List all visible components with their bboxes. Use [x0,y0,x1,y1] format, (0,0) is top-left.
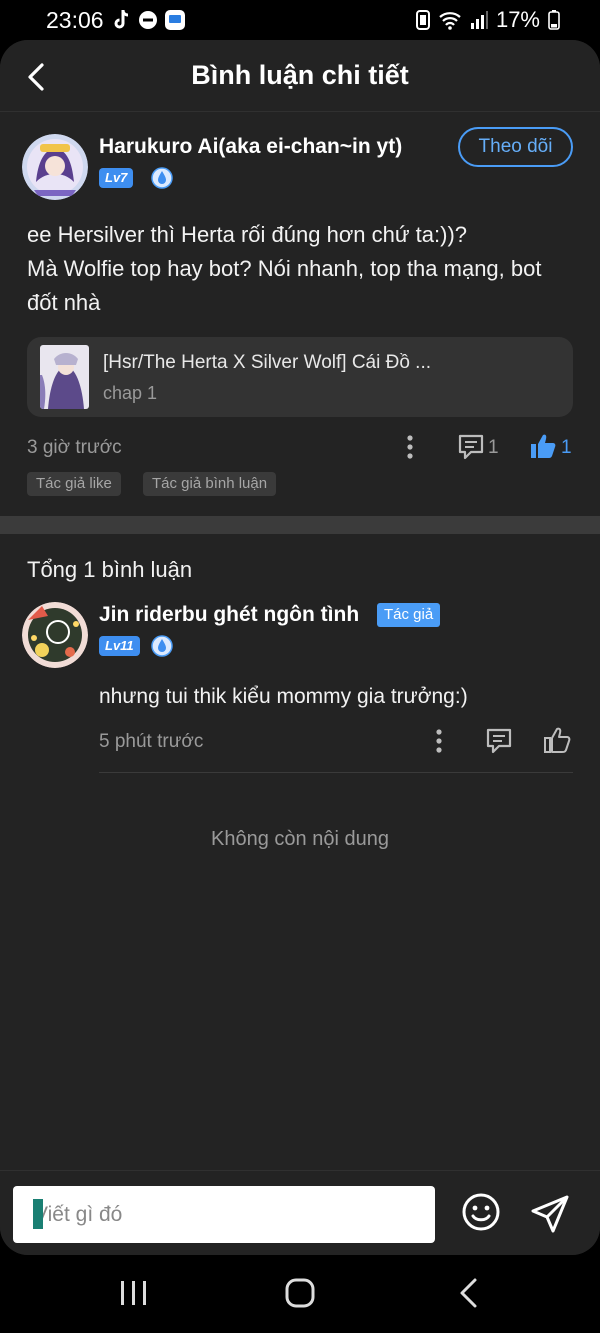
reply-icon[interactable] [457,433,485,461]
reply-separator [99,772,573,773]
story-title: [Hsr/The Herta X Silver Wolf] Cái Đồ ... [103,352,432,373]
comment-username[interactable]: Harukuro Ai(aka ei-chan~in yt) [99,135,402,159]
tiktok-icon [114,9,129,29]
comment-body: ee Hersilver thì Herta rối đúng hơn chứ … [27,218,577,320]
reply-avatar[interactable] [22,602,88,668]
wifi-icon [439,12,461,30]
reply-comment-icon[interactable] [485,727,513,755]
more-options-icon[interactable] [405,434,415,460]
reply-level-badge: Lv11 [99,636,140,656]
linked-story-card[interactable]: [Hsr/The Herta X Silver Wolf] Cái Đồ ...… [27,337,573,417]
story-thumbnail [40,345,89,409]
comment-composer [0,1170,600,1255]
header: Bình luận chi tiết [0,40,600,112]
comment-line: đốt nhà [27,290,101,315]
battery-icon [548,10,560,30]
text-cursor [33,1199,43,1229]
story-chapter: chap 1 [103,383,158,403]
system-nav-bar [0,1255,600,1333]
reply-more-options-icon[interactable] [434,728,444,754]
level-badge: Lv7 [99,168,134,188]
status-bar: 23:06 17% [0,0,600,40]
send-icon[interactable] [529,1193,571,1235]
rank-droplet-icon [151,635,173,657]
section-divider [0,516,600,534]
reply-username[interactable]: Jin riderbu ghét ngôn tình [99,603,359,627]
emoji-icon[interactable] [461,1192,501,1232]
status-right: 17% [415,7,560,33]
reply-time: 5 phút trước [99,731,204,752]
app-screen: Bình luận chi tiết Harukuro Ai(aka ei-ch… [0,40,600,1255]
back-nav-icon[interactable] [449,1277,489,1311]
author-liked-chip: Tác giả like [27,472,121,496]
battery-percent: 17% [495,7,540,32]
recent-apps-icon[interactable] [113,1277,153,1311]
thumbs-up-filled-icon[interactable] [529,432,557,460]
reply-count: 1 [488,437,499,458]
author-tag: Tác giả [377,603,441,627]
avatar[interactable] [22,134,88,200]
author-commented-chip: Tác giả bình luận [143,472,277,496]
follow-button[interactable]: Theo dõi [458,127,573,167]
status-time: 23:06 [46,7,104,33]
nfc-icon [415,10,430,30]
do-not-disturb-icon [139,11,157,29]
comment-input[interactable] [13,1186,435,1243]
comment-line: Mà Wolfie top hay bot? Nói nhanh, top th… [27,256,542,281]
rank-droplet-icon [151,167,173,189]
comment-line: ee Hersilver thì Herta rối đúng hơn chứ … [27,222,468,247]
end-of-content-text: Không còn nội dung [211,828,389,850]
like-count: 1 [561,437,572,458]
page-title: Bình luận chi tiết [191,60,409,90]
thumbs-up-outline-icon[interactable] [543,726,571,754]
notification-icons [112,9,186,31]
home-icon[interactable] [280,1277,320,1311]
total-replies-label: Tổng 1 bình luận [27,557,193,582]
reply-body: nhưng tui thik kiểu mommy gia trưởng:) [99,685,468,708]
signal-icon [470,11,488,29]
app-notification-icon [165,10,185,30]
comment-time: 3 giờ trước [27,437,122,458]
